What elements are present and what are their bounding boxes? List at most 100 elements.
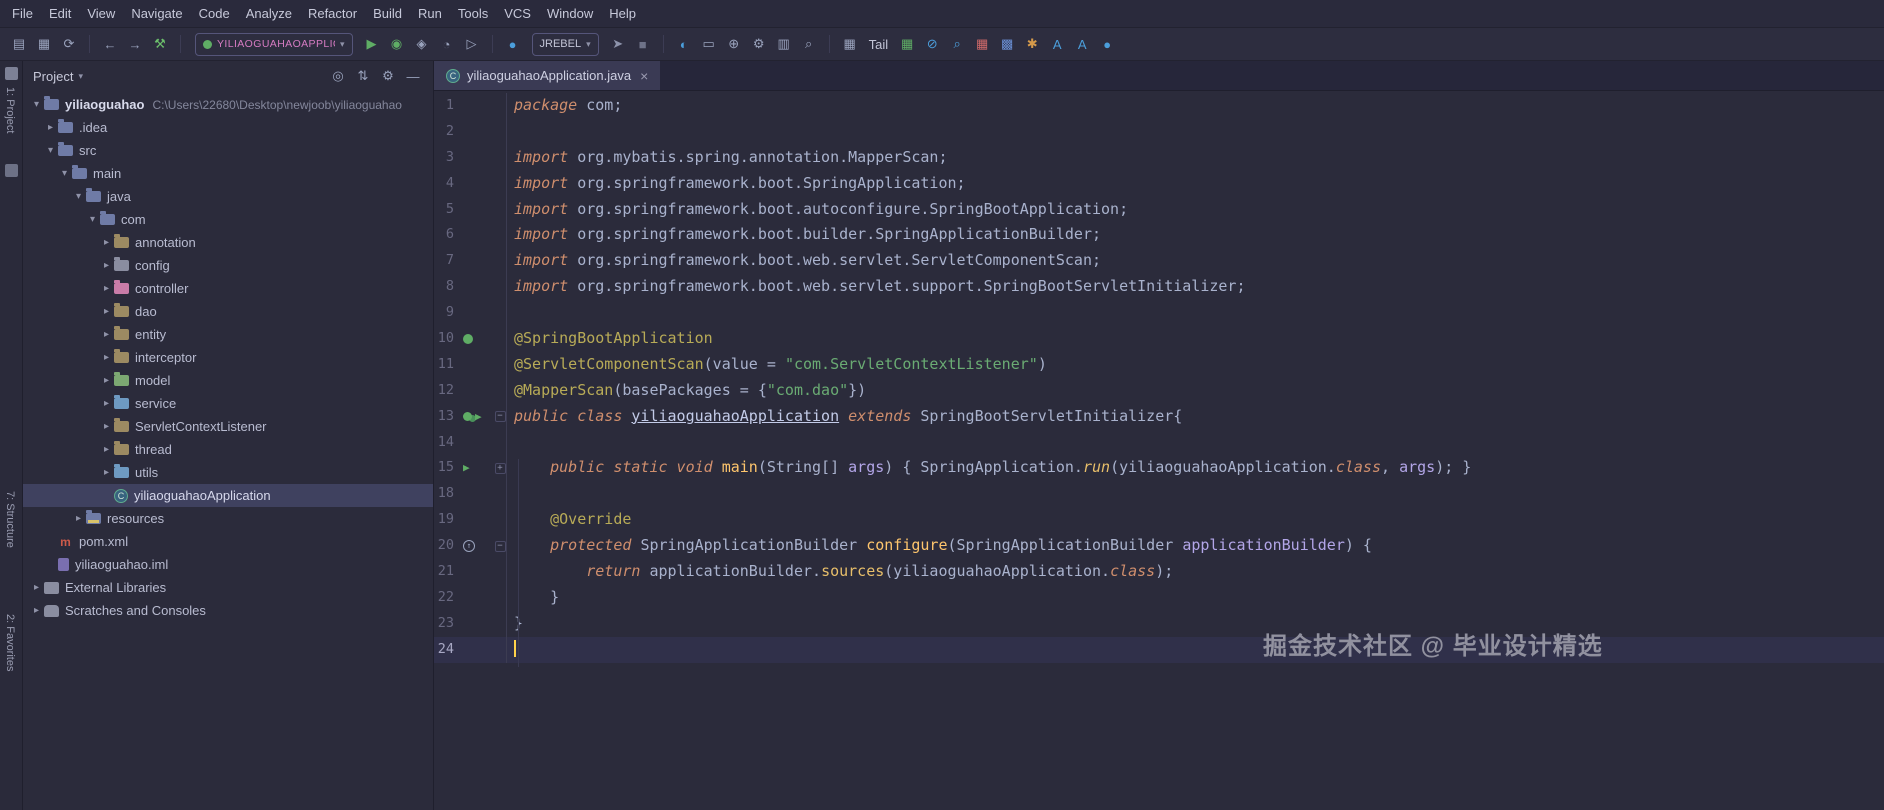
chevron-right-icon[interactable]: ▸ (71, 513, 86, 524)
code-line-14[interactable]: 14 (434, 429, 1884, 456)
run-icon[interactable]: ▶ (361, 33, 383, 55)
chevron-right-icon[interactable]: ▸ (99, 444, 114, 455)
menu-item-help[interactable]: Help (601, 0, 644, 27)
chevron-down-icon[interactable]: ▾ (71, 191, 86, 202)
tree-item-com[interactable]: ▾ com (23, 208, 433, 231)
tree-item-scratches-and-consoles[interactable]: ▸ Scratches and Consoles (23, 599, 433, 622)
translate-icon[interactable]: A (1046, 33, 1068, 55)
line-number[interactable]: 22 (434, 585, 460, 611)
translate-selection-icon[interactable]: A (1071, 33, 1093, 55)
chevron-down-icon[interactable]: ▾ (43, 145, 58, 156)
fold-marker-icon[interactable]: − (494, 540, 506, 552)
tool-button-project[interactable]: 1: Project (4, 87, 16, 133)
beans-icon[interactable] (463, 412, 472, 422)
tree-item-main[interactable]: ▾ main (23, 162, 433, 185)
jrebel-activity-icon[interactable]: ● (502, 33, 524, 55)
tool-button-favorites[interactable]: 2: Favorites (4, 614, 16, 671)
line-number[interactable]: 2 (434, 119, 460, 145)
blue-grid-icon[interactable]: ▩ (996, 33, 1018, 55)
tree-item-pom-xml[interactable]: pom.xml (23, 530, 433, 553)
green-grid-icon[interactable]: ▦ (896, 33, 918, 55)
chevron-right-icon[interactable]: ▸ (99, 283, 114, 294)
fold-marker-icon[interactable]: − (494, 411, 506, 423)
profiler-icon[interactable]: ◔ (436, 33, 458, 55)
bookmark-stripe-icon[interactable] (4, 164, 18, 177)
close-icon[interactable]: × (640, 68, 648, 84)
code-line-3[interactable]: 3 import org.mybatis.spring.annotation.Ma… (434, 144, 1884, 171)
line-number[interactable]: 5 (434, 197, 460, 223)
menu-item-build[interactable]: Build (365, 0, 410, 27)
save-all-icon[interactable]: ▦ (33, 33, 55, 55)
tree-item-interceptor[interactable]: ▸ interceptor (23, 346, 433, 369)
debug-icon[interactable]: ◉ (386, 33, 408, 55)
code-line-7[interactable]: 7 import org.springframework.boot.web.ser… (434, 248, 1884, 275)
line-number[interactable]: 1 (434, 93, 460, 119)
code-line-24[interactable]: 24 (434, 636, 1884, 663)
chevron-right-icon[interactable]: ▸ (99, 306, 114, 317)
attach-icon[interactable]: ⊕ (723, 33, 745, 55)
chevron-right-icon[interactable]: ▸ (99, 421, 114, 432)
code-line-13[interactable]: 13 ▶ − public class yiliaoguahaoApplication… (434, 403, 1884, 430)
jrebel-combo[interactable]: JREBEL ▾ (531, 32, 599, 56)
tree-item-external-libraries[interactable]: ▸ External Libraries (23, 576, 433, 599)
tree-item--idea[interactable]: ▸ .idea (23, 116, 433, 139)
chevron-right-icon[interactable]: ▸ (99, 352, 114, 363)
hide-panel-icon[interactable]: — (403, 69, 423, 84)
menu-item-edit[interactable]: Edit (41, 0, 79, 27)
settings-wrench-icon[interactable]: ⚙ (748, 33, 770, 55)
bean-icon[interactable] (463, 333, 473, 344)
terminal-icon[interactable]: ▭ (698, 33, 720, 55)
tree-item-resources[interactable]: ▸ resources (23, 507, 433, 530)
tree-item-config[interactable]: ▸ config (23, 254, 433, 277)
chevron-right-icon[interactable]: ▸ (29, 582, 44, 593)
tree-item-servletcontextlistener[interactable]: ▸ ServletContextListener (23, 415, 433, 438)
chevron-right-icon[interactable]: ▸ (99, 329, 114, 340)
editor-tab[interactable]: yiliaoguahaoApplication.java × (434, 61, 661, 90)
line-number[interactable]: 7 (434, 248, 460, 274)
plugin-icon[interactable]: ✱ (1021, 33, 1043, 55)
gear-icon[interactable]: ⚙ (378, 68, 398, 84)
tree-item-yiliaoguahao-iml[interactable]: yiliaoguahao.iml (23, 553, 433, 576)
alibaba-cloud-icon[interactable]: ● (1096, 33, 1118, 55)
project-stripe-icon[interactable] (4, 67, 18, 80)
menu-item-vcs[interactable]: VCS (496, 0, 539, 27)
code-line-4[interactable]: 4 import org.springframework.boot.SpringA… (434, 170, 1884, 197)
code-line-1[interactable]: 1 package com; (434, 93, 1884, 119)
code-line-10[interactable]: 10 @SpringBootApplication (434, 326, 1884, 352)
chevron-down-icon[interactable]: ▾ (57, 168, 72, 179)
run-config-combo[interactable]: yiliaoguahaoApplication ▾ (195, 32, 353, 56)
run-icon[interactable]: ▶ (463, 455, 470, 481)
menu-item-run[interactable]: Run (410, 0, 450, 27)
chevron-right-icon[interactable]: ▸ (99, 260, 114, 271)
back-icon[interactable]: ← (99, 33, 121, 55)
line-number[interactable]: 19 (434, 507, 460, 533)
chevron-right-icon[interactable]: ▸ (99, 375, 114, 386)
code-line-12[interactable]: 12 @MapperScan(basePackages = {"com.dao"}… (434, 377, 1884, 404)
fold-marker-icon[interactable]: + (494, 462, 506, 474)
code-line-20[interactable]: 20 ↑ − protected SpringApplicationBuilder … (434, 533, 1884, 560)
chevron-down-icon[interactable]: ▾ (29, 99, 44, 110)
chevron-down-icon[interactable]: ▾ (85, 214, 100, 225)
red-grid-icon[interactable]: ▦ (971, 33, 993, 55)
project-structure-icon[interactable]: ▥ (773, 33, 795, 55)
tree-item-model[interactable]: ▸ model (23, 369, 433, 392)
tree-item-service[interactable]: ▸ service (23, 392, 433, 415)
line-number[interactable]: 24 (434, 637, 460, 663)
tree-item-controller[interactable]: ▸ controller (23, 277, 433, 300)
code-editor[interactable]: 1 package com; 2 3 import org.mybatis.spring… (434, 91, 1884, 810)
line-number[interactable]: 23 (434, 611, 460, 637)
line-number[interactable]: 14 (434, 430, 460, 456)
find-usages-icon[interactable]: ⌕ (946, 33, 968, 55)
code-line-23[interactable]: 23} (434, 610, 1884, 637)
run-icon[interactable]: ▶ (475, 404, 482, 430)
tail-button[interactable]: Tail (869, 37, 889, 52)
build-icon[interactable]: ⚒ (149, 33, 171, 55)
menu-item-navigate[interactable]: Navigate (123, 0, 190, 27)
tree-item-entity[interactable]: ▸ entity (23, 323, 433, 346)
line-number[interactable]: 8 (434, 274, 460, 300)
line-number[interactable]: 9 (434, 300, 460, 326)
chevron-right-icon[interactable]: ▸ (29, 605, 44, 616)
stop-icon[interactable]: ■ (632, 33, 654, 55)
line-number[interactable]: 21 (434, 559, 460, 585)
code-line-19[interactable]: 19 @Override (434, 507, 1884, 534)
